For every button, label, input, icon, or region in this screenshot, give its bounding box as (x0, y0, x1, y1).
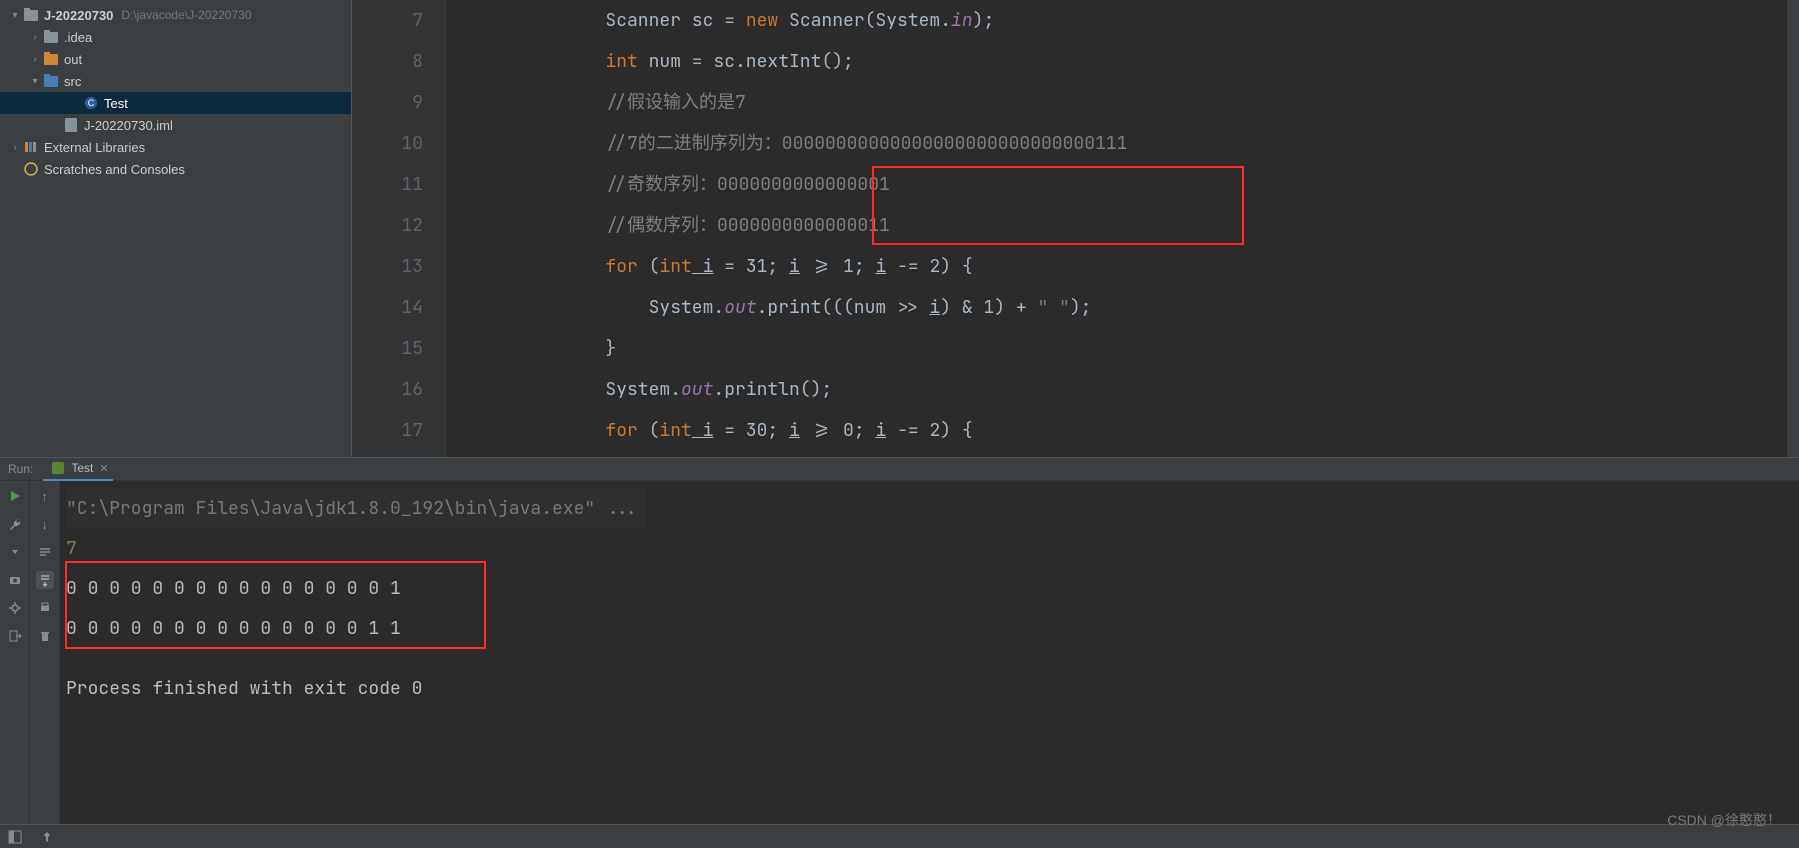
code-editor[interactable]: 7 8 9 10 11 12 13 14 15 16 17 Scanner sc… (353, 0, 1799, 457)
run-tool-buttons-col1 (0, 481, 30, 824)
folder-icon (42, 51, 60, 67)
close-icon[interactable]: ✕ (99, 462, 108, 475)
status-bar (0, 824, 1799, 848)
code-line: for (int i = 31; i >= 1; i -= 2) { (519, 246, 1787, 287)
code-line: int num = sc.nextInt(); (519, 41, 1787, 82)
class-icon: C (82, 95, 100, 111)
code-line: for (int i = 30; i >= 0; i -= 2) { (519, 410, 1787, 451)
gutter: 7 8 9 10 11 12 13 14 15 16 17 (353, 0, 445, 457)
file-icon (62, 117, 80, 133)
libraries-icon (22, 139, 40, 155)
up-arrow-icon[interactable]: ↑ (36, 487, 54, 505)
console-exit-line: Process finished with exit code 0 (66, 669, 1799, 709)
run-panel-header: Run: Test ✕ (0, 457, 1799, 481)
console-output[interactable]: "C:\Program Files\Java\jdk1.8.0_192\bin\… (60, 481, 1799, 824)
down-icon[interactable] (6, 543, 24, 561)
tree-item-out[interactable]: › out (0, 48, 352, 70)
code-line: //奇数序列：0000000000000001 (519, 164, 1787, 205)
run-tool-buttons-col2: ↑ ↓ (30, 481, 60, 824)
folder-icon (42, 73, 60, 89)
tree-scratches[interactable]: Scratches and Consoles (0, 158, 352, 180)
tree-item-src[interactable]: ▾ src (0, 70, 352, 92)
code-line: } (519, 328, 1787, 369)
code-line: //偶数序列：0000000000000011 (519, 205, 1787, 246)
watermark-text: CSDN @徐憨憨！ (1667, 810, 1781, 830)
console-line: 0 0 0 0 0 0 0 0 0 0 0 0 0 0 0 1 (66, 569, 1799, 609)
console-command: "C:\Program Files\Java\jdk1.8.0_192\bin\… (66, 489, 646, 529)
scratches-icon (22, 161, 40, 177)
code-line: //假设输入的是7 (519, 82, 1787, 123)
code-line: System.out.println(); (519, 369, 1787, 410)
fold-column[interactable] (445, 0, 465, 457)
run-tab[interactable]: Test ✕ (43, 457, 112, 481)
pin-icon[interactable] (38, 828, 56, 846)
rerun-icon[interactable] (6, 487, 24, 505)
tree-root[interactable]: ▾ J-20220730 D:\javacode\J-20220730 (0, 4, 352, 26)
run-config-icon (51, 461, 65, 475)
layout-icon[interactable] (6, 828, 24, 846)
module-folder-icon (22, 7, 40, 23)
project-tree[interactable]: ▾ J-20220730 D:\javacode\J-20220730 › .i… (0, 0, 353, 457)
code-line: System.out.print(((num >> i) & 1) + " ")… (519, 287, 1787, 328)
gear-icon[interactable] (6, 599, 24, 617)
wrench-icon[interactable] (6, 515, 24, 533)
svg-text:C: C (88, 98, 95, 108)
soft-wrap-icon[interactable] (36, 543, 54, 561)
down-arrow-icon[interactable]: ↓ (36, 515, 54, 533)
editor-scrollbar[interactable] (1787, 0, 1799, 457)
code-line: //7的二进制序列为：00000000000000000000000000000… (519, 123, 1787, 164)
run-tab-label: Test (71, 461, 93, 475)
trash-icon[interactable] (36, 627, 54, 645)
tree-item-iml[interactable]: J-20220730.iml (0, 114, 352, 136)
camera-icon[interactable] (6, 571, 24, 589)
tree-item-idea[interactable]: › .idea (0, 26, 352, 48)
run-label: Run: (8, 462, 33, 476)
print-icon[interactable] (36, 599, 54, 617)
console-input-line: 7 (66, 529, 1799, 569)
root-path: D:\javacode\J-20220730 (121, 8, 251, 22)
tree-item-test[interactable]: C Test (0, 92, 352, 114)
exit-icon[interactable] (6, 627, 24, 645)
code-line: Scanner sc = new Scanner(System.in); (519, 0, 1787, 41)
scroll-to-end-icon[interactable] (36, 571, 54, 589)
folder-icon (42, 29, 60, 45)
tree-external-libs[interactable]: › External Libraries (0, 136, 352, 158)
console-line: 0 0 0 0 0 0 0 0 0 0 0 0 0 0 1 1 (66, 609, 1799, 649)
